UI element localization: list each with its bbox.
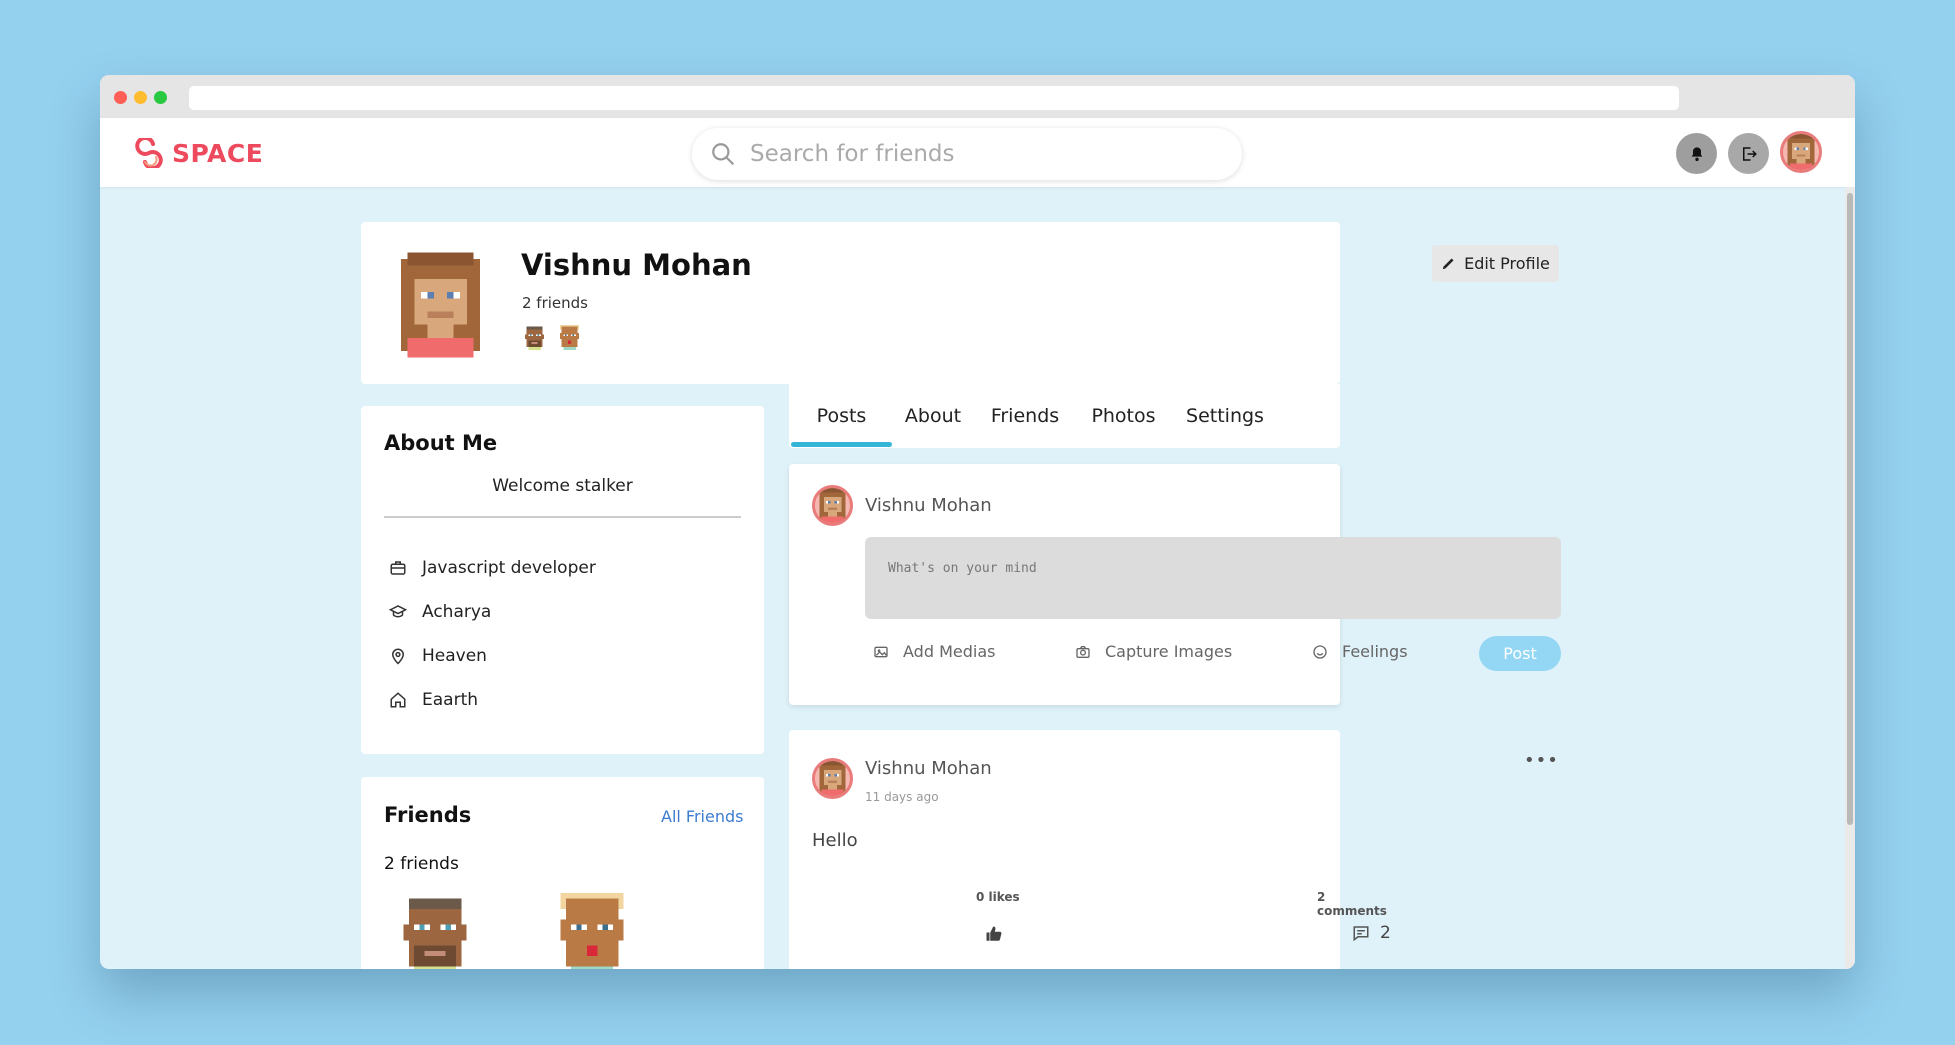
post-text: Hello (812, 830, 858, 851)
scrollbar-thumb[interactable] (1847, 193, 1853, 825)
profile-avatar (401, 252, 480, 358)
likes-count: 0 likes (976, 890, 1020, 904)
tab-settings[interactable]: Settings (1171, 384, 1279, 448)
top-navbar: SPACE (100, 118, 1855, 187)
friend-avatar[interactable] (550, 893, 634, 969)
info-item-location: Heaven (389, 646, 487, 666)
smiley-icon (1313, 644, 1327, 659)
browser-window: SPACE Vishnu Mohan 2 friends Edit Profil… (100, 75, 1855, 969)
brand-logo[interactable]: SPACE (134, 138, 263, 168)
more-options-icon[interactable]: ••• (1524, 750, 1559, 771)
about-me-card: About Me Welcome stalker Javascript deve… (361, 406, 764, 754)
friends-count: 2 friends (384, 854, 459, 874)
browser-chrome (100, 75, 1855, 118)
add-medias-label: Add Medias (903, 642, 996, 661)
address-bar[interactable] (189, 86, 1679, 110)
feelings-label: Feelings (1342, 642, 1408, 661)
briefcase-icon (390, 561, 406, 575)
graduation-cap-icon (389, 605, 407, 618)
capture-images-button[interactable]: Capture Images (1075, 642, 1232, 661)
home-icon (390, 692, 406, 708)
feelings-button[interactable]: Feelings (1312, 642, 1408, 661)
about-me-bio: Welcome stalker (492, 476, 633, 496)
post-timestamp: 11 days ago (865, 790, 939, 804)
post-card: Vishnu Mohan 11 days ago ••• Hello 0 lik… (789, 730, 1558, 969)
edit-profile-button[interactable]: Edit Profile (1432, 245, 1559, 282)
camera-icon (1076, 645, 1090, 658)
comment-count: 2 (1380, 923, 1391, 943)
avatar-image (819, 761, 846, 796)
tab-about[interactable]: About (892, 384, 974, 448)
post-composer: Vishnu Mohan Add Medias Capture Images F… (789, 464, 1561, 705)
active-tab-indicator (791, 442, 892, 447)
close-window-button[interactable] (114, 91, 127, 104)
profile-header-card: Vishnu Mohan 2 friends Edit Profile (361, 222, 1559, 384)
friend-mini-avatar[interactable] (557, 325, 582, 350)
image-icon (874, 646, 888, 657)
info-item-home: Eaarth (389, 690, 478, 710)
minimize-window-button[interactable] (134, 91, 147, 104)
tab-photos[interactable]: Photos (1076, 384, 1171, 448)
comment-icon (1353, 926, 1369, 942)
edit-profile-label: Edit Profile (1464, 254, 1550, 273)
thumbs-up-icon (986, 926, 1002, 941)
composer-username: Vishnu Mohan (865, 495, 992, 516)
info-item-label: Heaven (422, 646, 487, 666)
avatar-image (819, 488, 846, 523)
post-author-avatar[interactable] (812, 758, 853, 799)
friends-title: Friends (384, 803, 472, 827)
friend-avatar[interactable] (393, 893, 477, 969)
profile-name: Vishnu Mohan (521, 248, 752, 282)
bell-icon (1691, 146, 1702, 161)
search-icon (712, 143, 734, 165)
search-bar[interactable] (692, 128, 1242, 180)
profile-tabs: Posts About Friends Photos Settings (789, 384, 1340, 448)
maximize-window-button[interactable] (154, 91, 167, 104)
notifications-button[interactable] (1676, 133, 1717, 174)
info-item-education: Acharya (389, 602, 491, 622)
comments-count: 2 comments (1317, 890, 1387, 918)
pencil-icon (1442, 258, 1454, 270)
capture-images-label: Capture Images (1105, 642, 1233, 661)
space-logo-icon (135, 138, 163, 168)
comment-button[interactable]: 2 (1352, 923, 1391, 943)
location-pin-icon (391, 648, 405, 665)
friend-mini-avatar[interactable] (522, 325, 547, 350)
tab-posts[interactable]: Posts (791, 384, 892, 448)
profile-friends-avatars (522, 325, 582, 350)
post-author-name[interactable]: Vishnu Mohan (865, 758, 992, 779)
like-button[interactable] (985, 925, 1003, 947)
profile-friends-count: 2 friends (522, 294, 588, 312)
info-item-label: Acharya (422, 602, 492, 622)
user-avatar[interactable] (1780, 131, 1822, 173)
post-input[interactable] (865, 537, 1561, 619)
tab-friends[interactable]: Friends (974, 384, 1076, 448)
brand-name: SPACE (172, 138, 264, 168)
info-item-job: Javascript developer (389, 558, 596, 578)
logout-button[interactable] (1728, 133, 1769, 174)
info-item-label: Javascript developer (422, 558, 596, 578)
all-friends-link[interactable]: All Friends (661, 807, 743, 826)
friends-card: Friends All Friends 2 friends (361, 777, 764, 969)
logout-icon (1742, 146, 1757, 161)
divider (384, 516, 741, 518)
search-input[interactable] (750, 141, 1190, 167)
avatar-image (1787, 134, 1815, 170)
add-medias-button[interactable]: Add Medias (873, 642, 995, 661)
composer-avatar (812, 485, 853, 526)
post-button[interactable]: Post (1479, 636, 1561, 671)
about-me-title: About Me (384, 431, 498, 455)
info-item-label: Eaarth (422, 690, 479, 710)
